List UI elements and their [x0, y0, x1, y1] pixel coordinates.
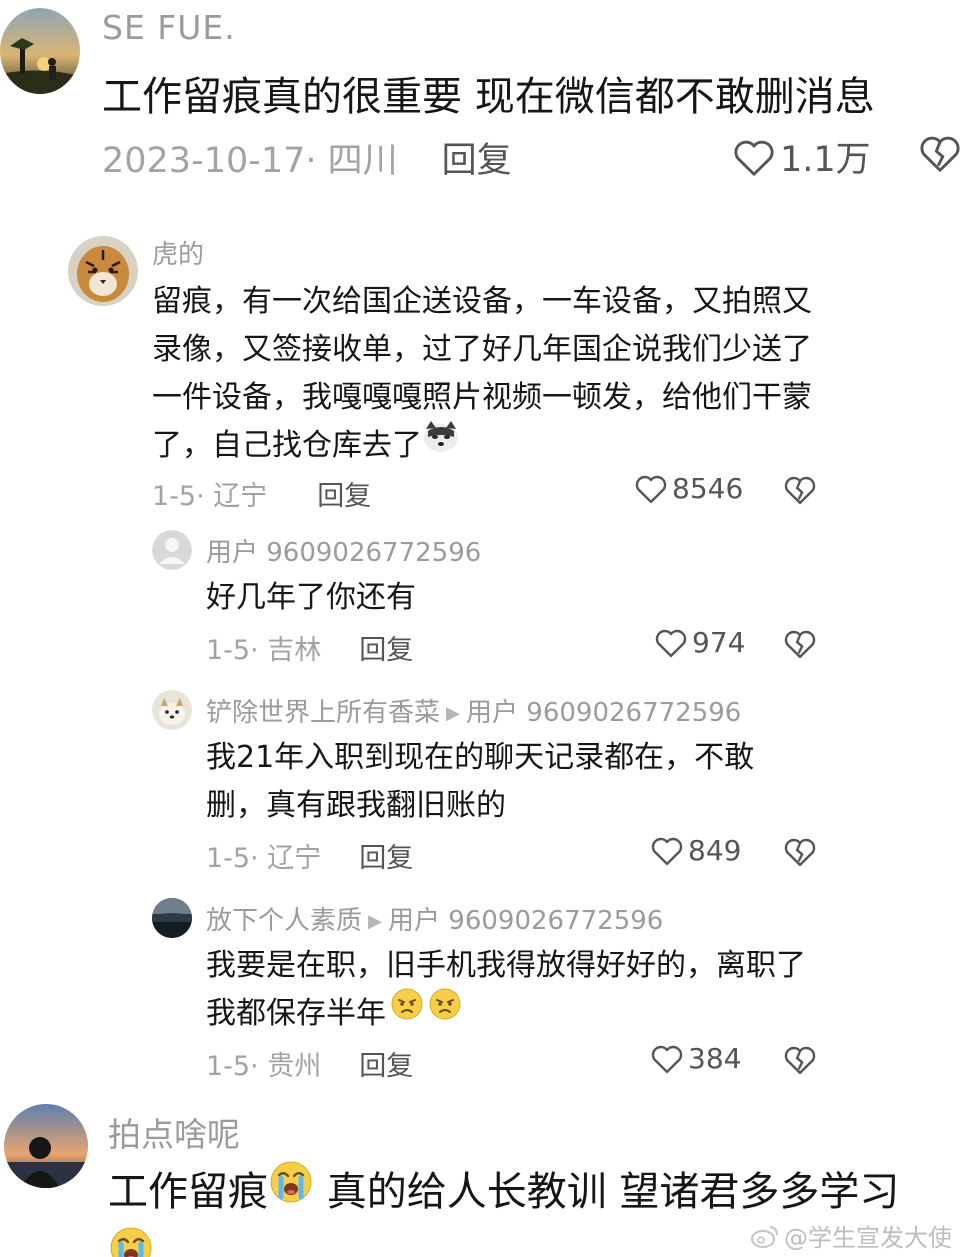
heart-icon [651, 837, 683, 866]
like-button[interactable]: 384 [650, 1042, 741, 1075]
comment-meta: 1-5· 辽宁 回复 [152, 474, 371, 513]
date-location: 1-5· 贵州 [206, 1051, 322, 1082]
crying-face-emoji-icon [108, 1225, 154, 1257]
like-button[interactable]: 974 [654, 626, 745, 659]
like-count: 1.1万 [780, 140, 871, 180]
reply-button[interactable]: 回复 [359, 628, 413, 667]
heart-icon [734, 140, 774, 176]
avatar[interactable] [152, 530, 192, 570]
username[interactable]: 虎的 [152, 234, 204, 271]
avatar[interactable] [152, 898, 192, 938]
username: 放下个人素质 ▶ 用户 9609026772596 [206, 900, 663, 937]
like-count: 384 [688, 1042, 742, 1075]
like-count: 8546 [672, 472, 744, 505]
broken-heart-icon [784, 630, 816, 659]
pouting-face-emoji-icon [390, 987, 424, 1036]
comment-meta: 1-5· 辽宁 回复 [206, 836, 413, 875]
dislike-button[interactable] [783, 628, 817, 663]
username[interactable]: SE FUE. [102, 8, 236, 47]
like-button[interactable]: 849 [650, 834, 741, 867]
date-location: 2023-10-17· 四川 [102, 141, 398, 181]
date-location: 1-5· 辽宁 [152, 481, 268, 512]
comment-text: 我要是在职，旧手机我得放得好好的，离职了我都保存半年 [206, 942, 806, 1039]
like-count: 849 [688, 834, 742, 867]
username[interactable]: 用户 9609026772596 [206, 532, 481, 569]
broken-heart-icon [784, 1046, 816, 1075]
comment-meta: 2023-10-17· 四川 回复 [102, 132, 512, 183]
comment-text: 好几年了你还有 [206, 580, 416, 615]
like-button[interactable]: 1.1万 [732, 131, 871, 182]
username: 铲除世界上所有香菜 ▶ 用户 9609026772596 [206, 692, 741, 729]
watermark-text: @学生宣发大使 [784, 1224, 952, 1252]
dislike-button[interactable] [783, 474, 817, 509]
dislike-button[interactable] [783, 836, 817, 871]
date-location: 1-5· 吉林 [206, 635, 322, 666]
pouting-face-emoji-icon [428, 987, 462, 1036]
comment-text: 留痕，有一次给国企送设备，一车设备，又拍照又录像，又签接收单，过了好几年国企说我… [152, 278, 812, 471]
reply-target-username[interactable]: 用户 9609026772596 [388, 906, 663, 936]
avatar[interactable] [152, 690, 192, 730]
dislike-button[interactable] [918, 133, 960, 177]
weibo-logo-icon [751, 1225, 778, 1248]
date-location: 1-5· 辽宁 [206, 843, 322, 874]
broken-heart-icon [784, 838, 816, 867]
reply-button[interactable]: 回复 [317, 474, 371, 513]
heart-icon [655, 629, 687, 658]
comment-meta: 1-5· 贵州 回复 [206, 1044, 413, 1083]
husky-emoji-icon [422, 419, 460, 468]
like-button[interactable]: 8546 [634, 472, 743, 505]
avatar[interactable] [68, 236, 138, 306]
comment-text-body: 我要是在职，旧手机我得放得好好的，离职了我都保存半年 [206, 948, 806, 1031]
comment-meta: 1-5· 吉林 回复 [206, 628, 413, 667]
username-link[interactable]: 放下个人素质 [206, 906, 362, 936]
reply-button[interactable]: 回复 [359, 836, 413, 875]
reply-button[interactable]: 回复 [359, 1044, 413, 1083]
broken-heart-icon [920, 136, 960, 172]
avatar[interactable] [4, 1104, 88, 1188]
comment-text: 我21年入职到现在的聊天记录都在，不敢删，真有跟我翻旧账的 [206, 740, 755, 823]
reply-target-username[interactable]: 用户 9609026772596 [466, 698, 741, 728]
avatar[interactable] [0, 8, 80, 94]
reply-button[interactable]: 回复 [442, 132, 512, 183]
username[interactable]: 拍点啥呢 [108, 1108, 240, 1156]
comment-text-body: 留痕，有一次给国企送设备，一车设备，又拍照又录像，又签接收单，过了好几年国企说我… [152, 284, 812, 463]
reply-arrow-icon: ▶ [368, 911, 383, 932]
like-count: 974 [692, 626, 746, 659]
username-link[interactable]: 铲除世界上所有香菜 [206, 698, 440, 728]
broken-heart-icon [784, 476, 816, 505]
comment-text-part2: 真的给人长教训 望诸君多多学习 [314, 1169, 900, 1215]
watermark: @学生宣发大使 [750, 1218, 952, 1253]
crying-face-emoji-icon [268, 1159, 314, 1224]
heart-icon [635, 475, 667, 504]
reply-arrow-icon: ▶ [446, 703, 461, 724]
heart-icon [651, 1045, 683, 1074]
dislike-button[interactable] [783, 1044, 817, 1079]
comment-text: 工作留痕真的很重要 现在微信都不敢删消息 [102, 74, 875, 120]
comment-text-part1: 工作留痕 [108, 1169, 268, 1215]
